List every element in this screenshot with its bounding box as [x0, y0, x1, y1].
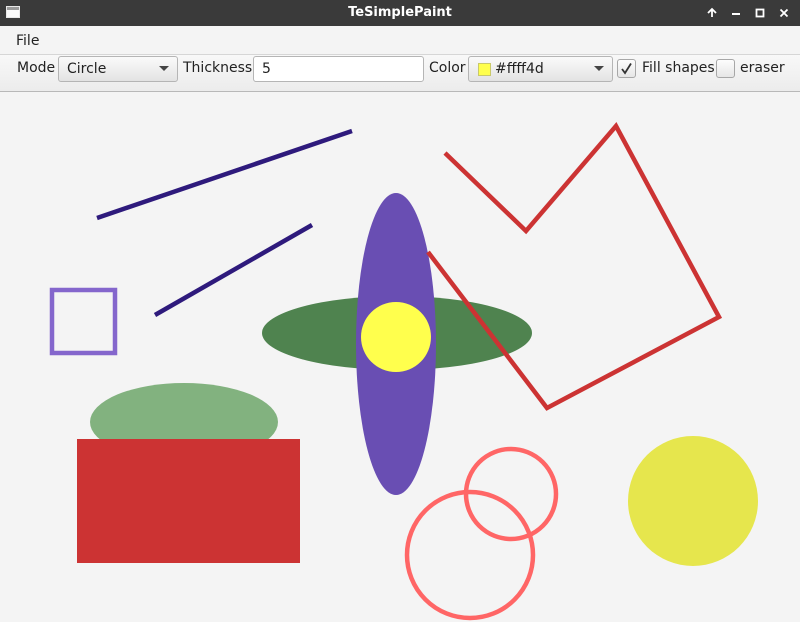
chevron-down-icon [159, 66, 169, 71]
mode-dropdown[interactable]: Circle [58, 56, 178, 82]
navy-line-top [96, 128, 353, 221]
checkmark-icon [621, 63, 632, 75]
color-swatch [478, 63, 491, 76]
eraser-label: eraser [740, 60, 785, 76]
thickness-label: Thickness [183, 60, 253, 76]
title-bar: TeSimplePaint [0, 0, 800, 26]
mode-value: Circle [67, 61, 107, 77]
toolbar: Mode Circle Thickness Color #ffff4d Fill… [0, 54, 800, 92]
thickness-input[interactable] [253, 56, 424, 82]
purple-square-outline [49, 287, 118, 356]
color-picker[interactable]: #ffff4d [468, 56, 613, 82]
window-close-icon[interactable] [774, 3, 794, 23]
mode-label: Mode [17, 60, 56, 76]
eraser-checkbox[interactable] [716, 59, 735, 78]
fill-shapes-checkbox[interactable] [617, 59, 636, 78]
color-value: #ffff4d [495, 61, 544, 77]
menu-file[interactable]: File [8, 30, 47, 52]
window-restore-icon[interactable] [750, 3, 770, 23]
window-minimize-icon[interactable] [726, 3, 746, 23]
color-label: Color [429, 60, 466, 76]
chevron-down-icon [594, 66, 604, 71]
yellow-circle-center [361, 302, 431, 372]
menu-bar: File [0, 26, 800, 54]
window-maximize-up-icon[interactable] [702, 3, 722, 23]
window-title: TeSimplePaint [348, 5, 452, 20]
navy-line-middle [153, 223, 314, 317]
fill-shapes-label: Fill shapes [642, 60, 715, 76]
red-rectangle [77, 439, 300, 563]
yellow-circle-right [628, 436, 758, 566]
red-polyline-zigzag [426, 122, 723, 411]
drawing-canvas[interactable] [0, 92, 800, 622]
